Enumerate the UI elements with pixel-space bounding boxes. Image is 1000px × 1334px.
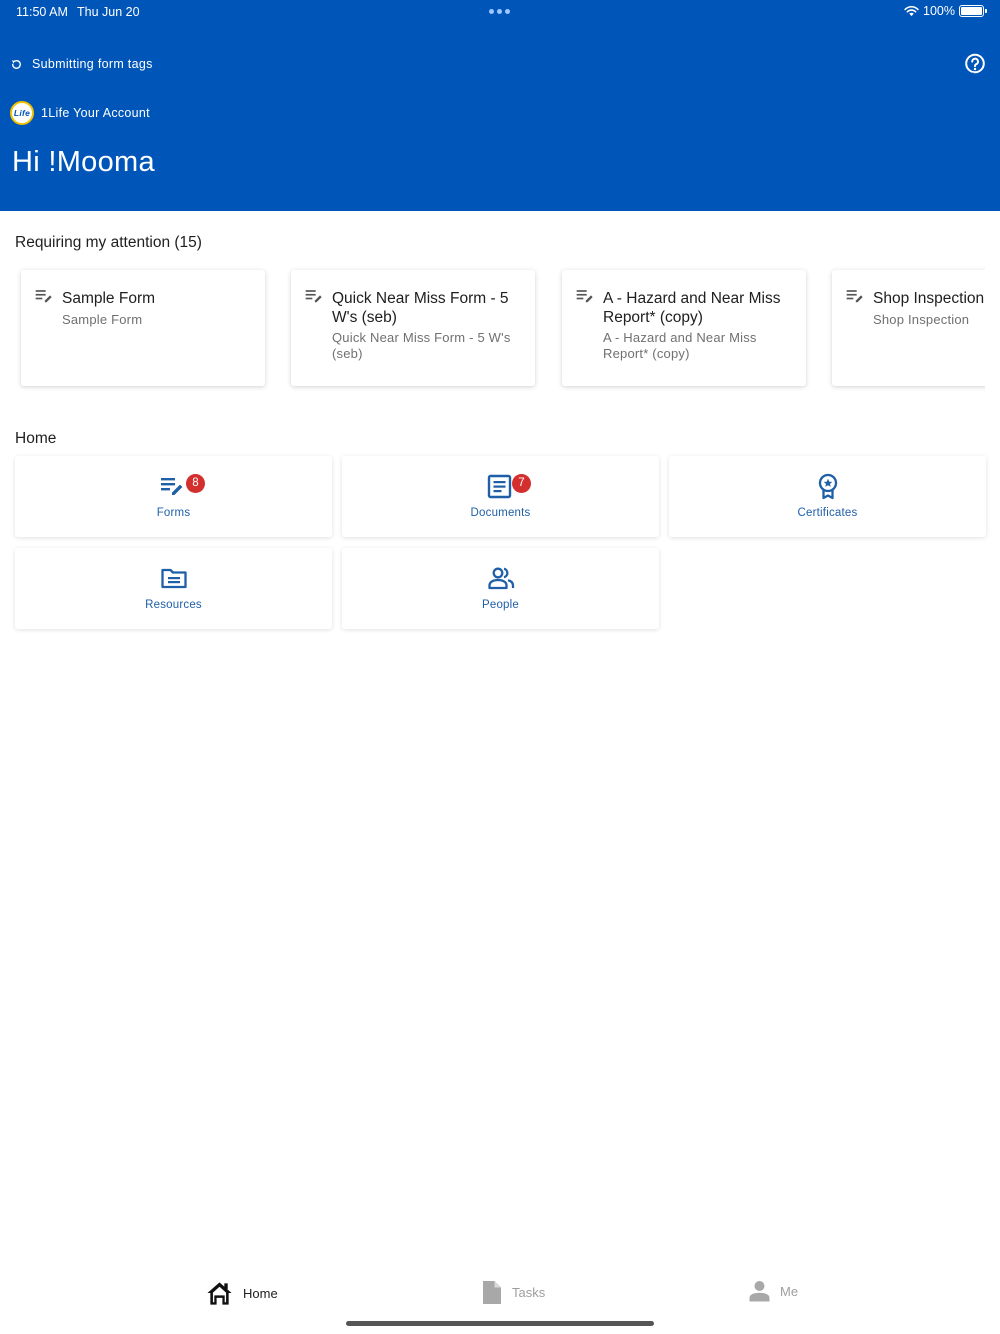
tile-label: People	[481, 599, 519, 611]
form-edit-icon	[576, 290, 593, 303]
tile-label: Forms	[156, 507, 191, 519]
status-date: Thu Jun 20	[77, 5, 140, 19]
form-edit-icon	[305, 290, 322, 303]
card-title: Sample Form	[62, 290, 156, 307]
help-icon[interactable]	[963, 53, 987, 77]
attention-carousel[interactable]: Sample Form Sample Form Quick Near Miss …	[15, 262, 985, 394]
nav-me[interactable]: Me	[749, 1280, 798, 1302]
documents-count-badge: 7	[512, 474, 531, 493]
company-logo: Life	[10, 101, 34, 125]
form-edit-icon	[846, 290, 863, 303]
people-icon	[487, 567, 514, 590]
card-subtitle: A - Hazard and Near Miss Report* (copy)	[603, 330, 757, 361]
document-icon	[483, 1281, 501, 1304]
attention-card-shop-inspection[interactable]: Shop Inspection Shop Inspection	[832, 270, 985, 386]
user-icon	[749, 1281, 770, 1302]
card-subtitle: Quick Near Miss Form - 5 W's (seb)	[332, 330, 511, 361]
tile-resources[interactable]: Resources	[15, 548, 332, 629]
tile-forms[interactable]: 8 Forms	[15, 456, 332, 537]
nav-tasks-label: Tasks	[512, 1285, 546, 1300]
status-time: 11:50 AM	[16, 5, 68, 19]
form-edit-icon	[35, 290, 52, 303]
tile-documents[interactable]: 7 Documents	[342, 456, 659, 537]
sync-status: Submitting form tags	[10, 57, 153, 71]
account-switcher[interactable]: Life 1Life Your Account	[10, 101, 150, 125]
sync-icon	[11, 59, 21, 69]
home-icon	[207, 1282, 232, 1305]
card-subtitle: Sample Form	[62, 312, 143, 327]
forms-count-badge: 8	[186, 474, 205, 493]
attention-card-hazard-report[interactable]: A - Hazard and Near Miss Report* (copy) …	[562, 270, 806, 386]
attention-card-quick-near-miss[interactable]: Quick Near Miss Form - 5 W's (seb) Quick…	[291, 270, 535, 386]
app-header: 11:50 AM Thu Jun 20 100% Submitting form…	[0, 0, 1000, 211]
wifi-icon	[904, 5, 919, 17]
certificate-icon	[818, 473, 837, 500]
sync-status-text: Submitting form tags	[32, 57, 153, 71]
tile-people[interactable]: People	[342, 548, 659, 629]
nav-me-label: Me	[780, 1283, 799, 1299]
status-bar: 11:50 AM Thu Jun 20 100%	[0, 0, 1000, 24]
document-icon	[487, 474, 511, 499]
tile-certificates[interactable]: Certificates	[669, 456, 986, 537]
home-section-title: Home	[15, 430, 57, 447]
attention-section-title: Requiring my attention (15)	[15, 234, 202, 251]
account-name: 1Life Your Account	[41, 106, 150, 120]
card-title: Quick Near Miss Form - 5 W's (seb)	[332, 290, 509, 326]
multitask-dots-icon[interactable]	[489, 9, 510, 14]
battery-percent: 100%	[923, 4, 955, 18]
bottom-navigation: Home Tasks Me	[0, 1270, 1000, 1320]
tile-label: Documents	[470, 507, 531, 519]
tile-label: Resources	[145, 599, 202, 611]
card-subtitle: Shop Inspection	[873, 312, 970, 327]
nav-home-label: Home	[243, 1285, 278, 1301]
greeting: Hi !Mooma	[12, 146, 155, 178]
form-edit-icon	[160, 478, 182, 495]
nav-home[interactable]: Home	[206, 1280, 278, 1306]
card-title: Shop Inspection	[873, 290, 985, 307]
home-indicator[interactable]	[346, 1321, 654, 1326]
battery-icon	[959, 5, 987, 17]
folder-icon	[160, 568, 187, 589]
card-title: A - Hazard and Near Miss Report* (copy)	[603, 290, 781, 326]
attention-card-sample-form[interactable]: Sample Form Sample Form	[21, 270, 265, 386]
nav-tasks[interactable]: Tasks	[482, 1280, 545, 1305]
status-indicators: 100%	[904, 4, 987, 18]
tile-label: Certificates	[797, 507, 858, 519]
